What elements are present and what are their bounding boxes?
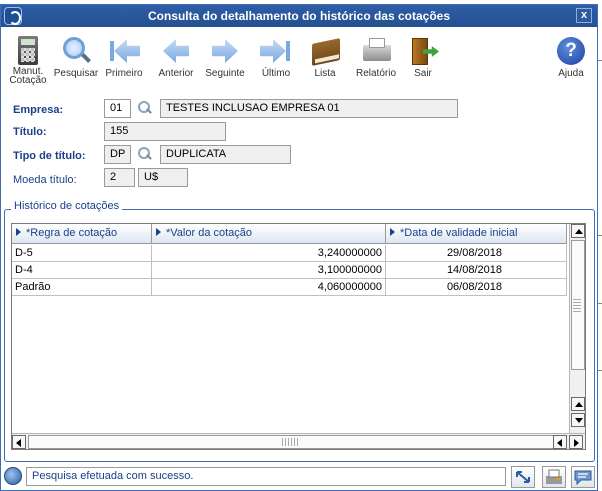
resize-arrows-button[interactable] xyxy=(511,466,535,488)
column-header-data[interactable]: *Data de validade inicial xyxy=(386,224,567,244)
scroll-up-button[interactable] xyxy=(571,224,585,238)
help-icon: ? xyxy=(555,35,587,67)
moeda-titulo-label: Moeda título: xyxy=(13,174,77,186)
cell-valor: 3,240000000 xyxy=(152,245,386,262)
horizontal-scrollbar[interactable] xyxy=(12,433,585,449)
printer-status-button[interactable] xyxy=(542,466,566,488)
toolbar-label: Sair xyxy=(414,68,432,79)
printer-icon xyxy=(360,35,392,67)
search-button[interactable]: Pesquisar xyxy=(49,35,103,85)
scroll-left-button[interactable] xyxy=(12,435,26,449)
manut-cotacao-button[interactable]: Manut. Cotação xyxy=(1,35,55,86)
window-title: Consulta do detalhamento do histórico da… xyxy=(147,9,451,23)
grip-icon xyxy=(573,299,581,313)
app-logo-icon xyxy=(4,7,22,25)
background-divider xyxy=(598,370,602,371)
cell-valor: 4,060000000 xyxy=(152,279,386,296)
previous-button[interactable]: Anterior xyxy=(149,35,203,85)
empresa-lookup-icon[interactable] xyxy=(138,101,152,115)
table-row[interactable]: Padrão 4,060000000 06/08/2018 xyxy=(12,279,567,296)
list-button[interactable]: Lista xyxy=(298,35,352,85)
next-button[interactable]: Seguinte xyxy=(198,35,252,85)
toolbar-label: Anterior xyxy=(158,68,194,79)
cell-regra: D-5 xyxy=(12,245,152,262)
empresa-description-field: TESTES INCLUSAO EMPRESA 01 xyxy=(160,99,458,118)
toolbar-label: Pesquisar xyxy=(53,68,99,79)
last-icon xyxy=(260,35,292,67)
grip-icon xyxy=(282,438,298,446)
report-button[interactable]: Relatório xyxy=(349,35,403,85)
help-button[interactable]: ? Ajuda xyxy=(544,35,598,85)
scroll-up-button[interactable] xyxy=(571,397,585,411)
tipo-titulo-description-field: DUPLICATA xyxy=(160,145,291,164)
column-header-valor[interactable]: *Valor da cotação xyxy=(152,224,386,244)
vertical-scrollbar[interactable] xyxy=(569,224,585,433)
quote-history-grid: *Regra de cotação *Valor da cotação *Dat… xyxy=(11,223,586,450)
status-bar: Pesquisa efetuada com sucesso. xyxy=(1,463,597,490)
titulo-field: 155 xyxy=(104,122,226,141)
cell-data: 29/08/2018 xyxy=(386,245,567,262)
exit-door-icon xyxy=(407,35,439,67)
chat-button[interactable] xyxy=(571,466,595,488)
grid-header: *Regra de cotação *Valor da cotação *Dat… xyxy=(12,224,567,244)
empresa-code-field[interactable]: 01 xyxy=(104,99,131,118)
toolbar: Manut. Cotação Pesquisar Primeiro Anteri… xyxy=(1,27,598,86)
background-divider xyxy=(598,303,602,304)
calculator-icon xyxy=(12,35,44,65)
table-row[interactable]: D-5 3,240000000 29/08/2018 xyxy=(12,245,567,262)
first-icon xyxy=(108,35,140,67)
sort-arrow-icon xyxy=(390,228,395,236)
status-message: Pesquisa efetuada com sucesso. xyxy=(26,467,506,486)
background-divider xyxy=(598,60,602,61)
tipo-titulo-code-field: DP xyxy=(104,145,131,164)
cell-regra: D-4 xyxy=(12,262,152,279)
titulo-label: Título: xyxy=(13,126,47,138)
scroll-down-button[interactable] xyxy=(571,413,585,427)
table-row[interactable]: D-4 3,100000000 14/08/2018 xyxy=(12,262,567,279)
history-group-title: Histórico de cotações xyxy=(11,200,123,212)
cell-data: 14/08/2018 xyxy=(386,262,567,279)
cell-regra: Padrão xyxy=(12,279,152,296)
sort-arrow-icon xyxy=(16,228,21,236)
empresa-label: Empresa: xyxy=(13,104,64,116)
previous-icon xyxy=(160,35,192,67)
quote-history-dialog: Consulta do detalhamento do histórico da… xyxy=(0,4,598,491)
toolbar-label: Lista xyxy=(314,68,336,79)
cell-valor: 3,100000000 xyxy=(152,262,386,279)
background-divider xyxy=(598,235,602,236)
scroll-left-button[interactable] xyxy=(553,435,567,449)
toolbar-label: Seguinte xyxy=(205,68,245,79)
close-button[interactable]: x xyxy=(576,8,592,23)
tipo-titulo-lookup-icon[interactable] xyxy=(138,147,152,161)
toolbar-label: Primeiro xyxy=(105,68,143,79)
search-icon xyxy=(60,35,92,67)
toolbar-label: Manut. Cotação xyxy=(9,66,47,86)
title-bar[interactable]: Consulta do detalhamento do histórico da… xyxy=(1,5,597,27)
toolbar-label: Relatório xyxy=(355,68,397,79)
exit-button[interactable]: Sair xyxy=(396,35,450,85)
toolbar-label: Último xyxy=(261,68,291,79)
scroll-right-button[interactable] xyxy=(569,435,583,449)
toolbar-label: Ajuda xyxy=(558,68,584,79)
sort-arrow-icon xyxy=(156,228,161,236)
moeda-symbol-field: U$ xyxy=(138,168,188,187)
cell-data: 06/08/2018 xyxy=(386,279,567,296)
book-icon xyxy=(309,35,341,67)
column-header-regra[interactable]: *Regra de cotação xyxy=(12,224,152,244)
next-icon xyxy=(209,35,241,67)
moeda-code-field: 2 xyxy=(104,168,135,187)
last-button[interactable]: Último xyxy=(249,35,303,85)
tipo-titulo-label: Tipo de título: xyxy=(13,150,86,162)
globe-icon xyxy=(4,467,22,485)
first-button[interactable]: Primeiro xyxy=(97,35,151,85)
